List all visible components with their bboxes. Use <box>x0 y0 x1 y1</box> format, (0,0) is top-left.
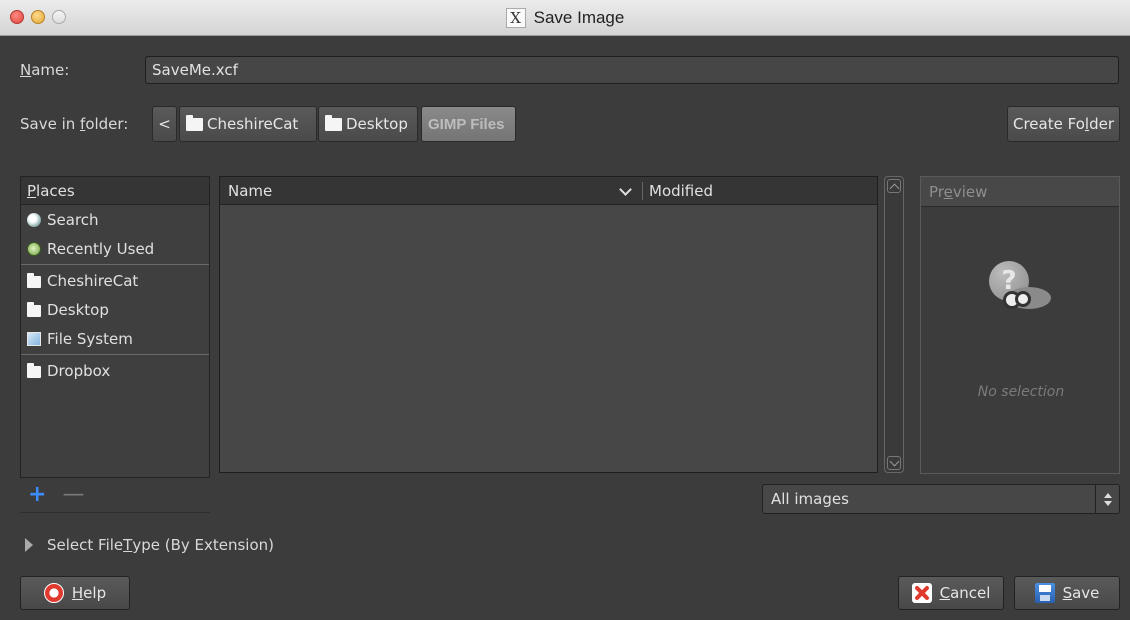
expander-label-post: ype (By Extension) <box>132 536 275 554</box>
path-back-button[interactable]: < <box>152 106 177 142</box>
remove-bookmark-button[interactable]: — <box>62 484 84 506</box>
places-header-rest: laces <box>36 182 75 200</box>
updown-arrows-icon[interactable] <box>1095 485 1119 513</box>
place-label: Desktop <box>47 300 109 319</box>
expander-label-pre: Select File <box>47 536 124 554</box>
title-bar: X Save Image <box>0 0 1130 36</box>
folder-label-pre: Save in <box>20 115 81 133</box>
folder-icon <box>27 301 41 317</box>
place-label: Recently Used <box>47 239 155 258</box>
help-rest: elp <box>83 584 107 602</box>
save-in-folder-label: Save in folder: <box>20 115 128 133</box>
x11-app-icon: X <box>505 8 526 28</box>
add-bookmark-button[interactable]: + <box>28 484 46 506</box>
place-label: File System <box>47 329 133 348</box>
expander-label-mnemonic: T <box>123 536 133 554</box>
file-list-header: Name Modified <box>220 177 877 205</box>
preview-header-post: view <box>952 183 988 201</box>
preview-header-pre: Pr <box>929 183 944 201</box>
folder-icon <box>27 362 41 378</box>
save-button[interactable]: Save <box>1014 576 1120 610</box>
cancel-rest: ancel <box>950 584 991 602</box>
file-list-scrollbar[interactable] <box>884 176 904 473</box>
places-divider <box>20 512 210 513</box>
scroll-up-icon[interactable] <box>887 179 901 193</box>
path-crumb-cheshirecat[interactable]: CheshireCat <box>179 106 317 142</box>
preview-header-mnemonic: e <box>943 183 953 201</box>
path-crumb-desktop[interactable]: Desktop <box>318 106 418 142</box>
places-panel: Places Search Recently Used CheshireCat … <box>20 176 210 478</box>
arrow-down-icon <box>1103 500 1112 506</box>
no-selection-text: No selection <box>977 384 1065 400</box>
place-item-search[interactable]: Search <box>21 205 209 234</box>
file-filter-select[interactable]: All images <box>762 484 1120 514</box>
expander-arrow-icon <box>25 538 33 552</box>
filter-selected-value: All images <box>771 490 849 508</box>
save-rest: ave <box>1072 584 1100 602</box>
search-icon <box>27 212 41 227</box>
filename-input[interactable] <box>145 56 1119 84</box>
folder-label-post: older: <box>85 115 129 133</box>
folder-icon <box>325 114 342 131</box>
save-mnemonic: S <box>1062 584 1073 602</box>
crumb-label: Desktop <box>346 115 408 133</box>
name-label-rest: ame: <box>31 61 70 79</box>
cancel-mnemonic: C <box>939 584 951 602</box>
cancel-button[interactable]: Cancel <box>898 576 1004 610</box>
file-type-expander[interactable]: Select File Type (By Extension) <box>25 536 274 554</box>
window-title: Save Image <box>533 8 625 27</box>
path-crumb-gimp-files[interactable]: GIMP Files <box>421 106 516 142</box>
lifebuoy-icon <box>43 583 64 603</box>
preview-header: Preview <box>921 177 1119 207</box>
unknown-preview-icon: ? <box>985 257 1057 321</box>
scroll-down-icon[interactable] <box>887 456 901 470</box>
chevron-left-icon: < <box>158 115 171 133</box>
create-folder-post: der <box>1089 115 1114 133</box>
place-label: CheshireCat <box>47 271 139 290</box>
name-label: Name: <box>20 61 69 79</box>
place-item-cheshirecat[interactable]: CheshireCat <box>21 266 209 295</box>
crumb-label: CheshireCat <box>207 115 299 133</box>
arrow-up-icon <box>1103 492 1112 498</box>
places-separator <box>21 354 209 355</box>
place-item-file-system[interactable]: File System <box>21 324 209 353</box>
column-header-modified[interactable]: Modified <box>643 182 713 200</box>
preview-panel: Preview ? No selection <box>920 176 1120 474</box>
place-item-recently-used[interactable]: Recently Used <box>21 234 209 263</box>
places-separator <box>21 264 209 265</box>
places-header-mnemonic: P <box>27 182 37 200</box>
crumb-label: GIMP Files <box>428 115 505 133</box>
place-item-dropbox[interactable]: Dropbox <box>21 356 209 385</box>
file-list[interactable]: Name Modified <box>219 176 878 473</box>
wilber-mascot-icon <box>1003 287 1051 309</box>
filesystem-icon <box>27 331 41 346</box>
name-label-mnemonic: N <box>20 61 32 79</box>
recent-icon <box>27 241 41 256</box>
create-folder-pre: Create Fo <box>1013 115 1085 133</box>
place-label: Search <box>47 210 99 229</box>
cancel-x-icon <box>911 583 932 603</box>
place-item-desktop[interactable]: Desktop <box>21 295 209 324</box>
create-folder-button[interactable]: Create Fo l der <box>1007 106 1120 142</box>
places-header[interactable]: Places <box>21 177 209 205</box>
title-wrap: X Save Image <box>0 0 1130 36</box>
floppy-disk-icon <box>1034 583 1055 603</box>
folder-icon <box>27 272 41 288</box>
column-header-name[interactable]: Name <box>220 182 620 200</box>
sort-descending-icon[interactable] <box>620 185 632 197</box>
folder-icon <box>186 114 203 131</box>
places-actions: + — <box>28 484 84 506</box>
place-label: Dropbox <box>47 361 111 380</box>
help-mnemonic: H <box>71 584 84 602</box>
help-button[interactable]: Help <box>20 576 130 610</box>
